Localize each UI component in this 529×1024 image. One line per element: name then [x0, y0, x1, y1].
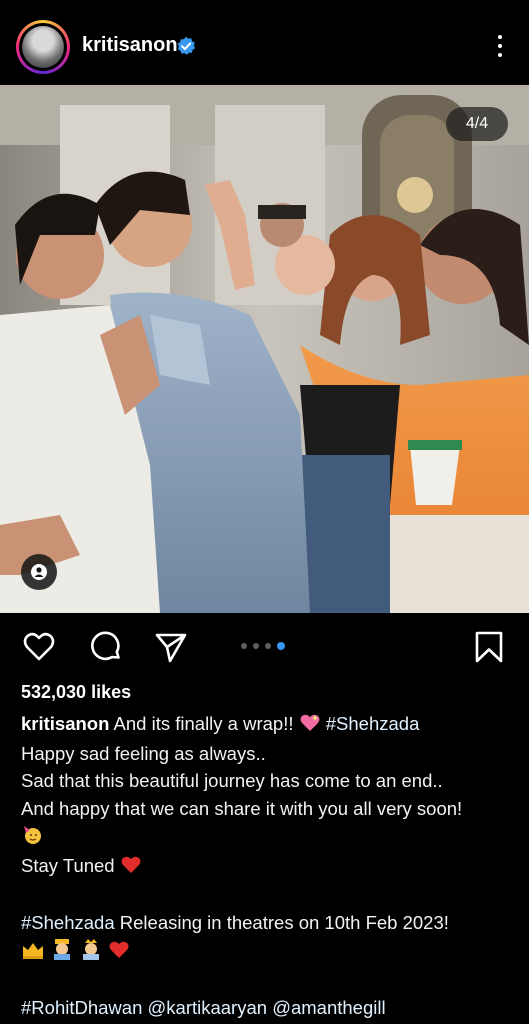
crown-icon: [21, 940, 45, 967]
heart-outline-icon[interactable]: [22, 630, 56, 664]
caption-line: Stay Tuned: [21, 855, 120, 877]
vertical-ellipsis-icon[interactable]: [497, 33, 503, 59]
avatar[interactable]: [16, 20, 70, 74]
caption-line: [21, 822, 516, 852]
caption-line: Sad that this beautiful journey has come…: [21, 770, 443, 792]
hashtag-link[interactable]: #Shehzada: [21, 912, 115, 933]
caption-line: Happy sad feeling as always..: [21, 743, 266, 765]
profile-avatar-image: [22, 26, 64, 68]
caption-line: And happy that we can share it with you …: [21, 797, 463, 819]
hashtag-link[interactable]: #RohitDhawan: [21, 997, 142, 1018]
emoji-row: [21, 937, 516, 967]
princess-icon: [79, 938, 103, 967]
sparkling-heart-icon: [299, 713, 321, 740]
carousel-indicator: [240, 642, 290, 650]
hashtag-link[interactable]: #Shehzada: [326, 713, 420, 734]
post-author-username[interactable]: kritisanon: [82, 34, 178, 57]
user-tag-icon[interactable]: [21, 554, 57, 590]
paper-plane-icon[interactable]: [154, 630, 188, 664]
comment-bubble-icon[interactable]: [89, 630, 123, 664]
prince-icon: [50, 938, 74, 967]
likes-count[interactable]: 532,030 likes: [21, 682, 131, 703]
mention-link[interactable]: @kartikaaryan: [148, 997, 268, 1018]
bookmark-outline-icon[interactable]: [472, 630, 506, 664]
caption-line: Releasing in theatres on 10th Feb 2023!: [114, 912, 449, 934]
partying-face-icon: [21, 823, 43, 852]
red-heart-icon: [108, 940, 130, 967]
post-action-bar: [0, 614, 529, 676]
post-header: kritisanon: [0, 0, 529, 92]
caption-text: And its finally a wrap!!: [109, 713, 299, 734]
red-heart-icon: [120, 855, 142, 882]
post-media[interactable]: 4/4: [0, 85, 529, 613]
media-counter: 4/4: [446, 107, 508, 141]
post-photo: [0, 85, 529, 613]
caption-author[interactable]: kritisanon: [21, 713, 109, 734]
verified-badge-icon: [177, 36, 196, 55]
post-caption: kritisanon And its finally a wrap!! #She…: [21, 710, 516, 1021]
mention-link[interactable]: @amanthegill: [272, 997, 385, 1018]
